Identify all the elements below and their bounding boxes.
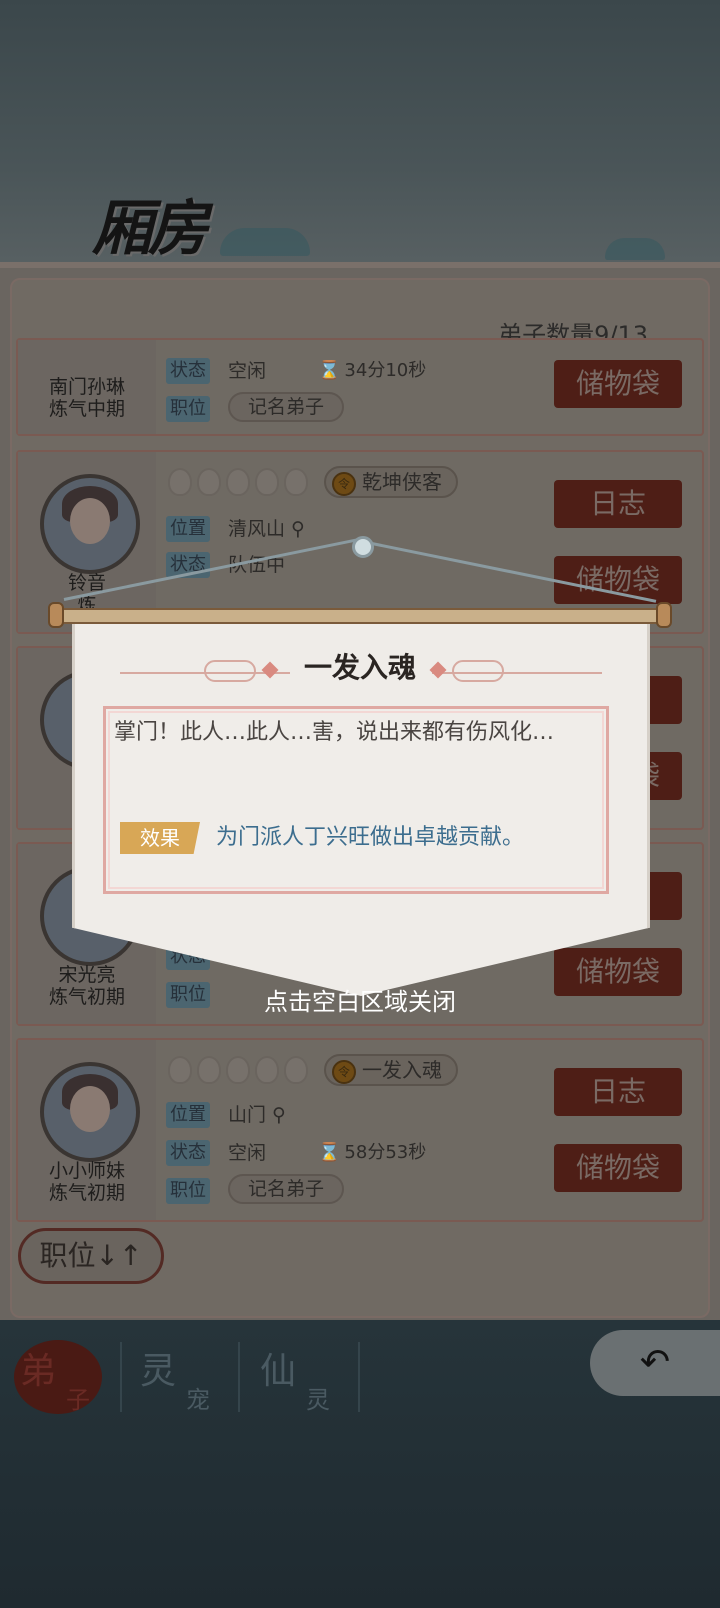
rod-cap bbox=[656, 602, 672, 628]
rod-cap bbox=[48, 602, 64, 628]
popup-title: 一发入魂 bbox=[303, 651, 416, 684]
close-hint: 点击空白区域关闭 bbox=[264, 988, 456, 1016]
nail-icon bbox=[352, 536, 374, 558]
scroll-rod bbox=[54, 608, 668, 624]
popup-description: 掌门！此人…此人…害，说出来都有伤风化… bbox=[114, 720, 555, 745]
effect-label: 效果 bbox=[120, 822, 200, 854]
effect-text: 为门派人丁兴旺做出卓越贡献。 bbox=[216, 825, 525, 850]
